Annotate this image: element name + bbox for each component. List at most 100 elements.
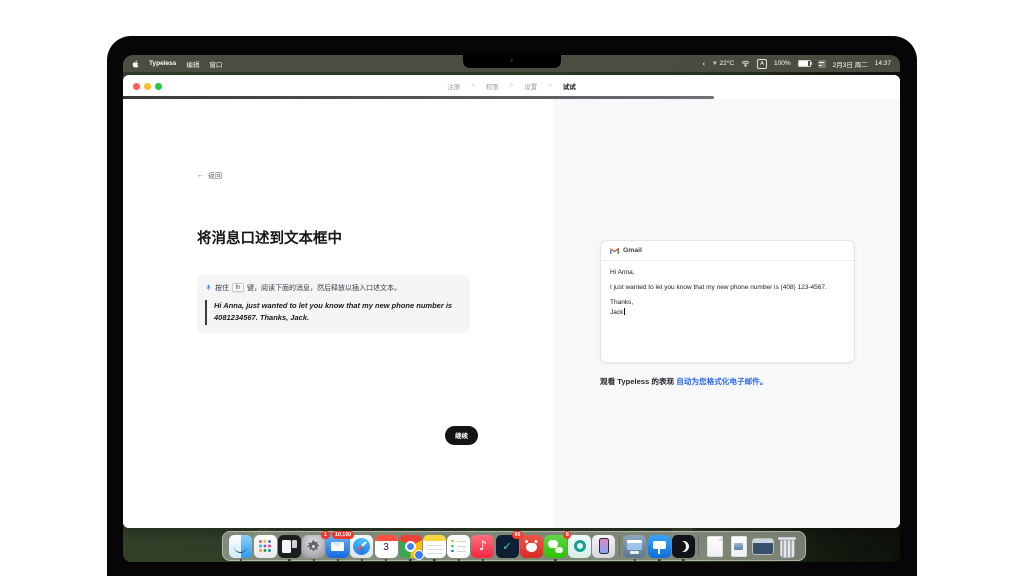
screen: Typeless 编辑 窗口 ‹ ☀ 22°C A 100% 2月3日 周二 1…: [123, 55, 900, 562]
step-permissions: 权限: [486, 81, 499, 91]
dock-separator: [698, 536, 699, 556]
wifi-icon[interactable]: [741, 60, 750, 67]
dock-music[interactable]: [471, 535, 494, 558]
dock-safari[interactable]: [350, 535, 373, 558]
input-source-icon[interactable]: A: [757, 59, 767, 69]
text-cursor: [624, 308, 625, 315]
running-indicator: [336, 559, 338, 561]
battery-icon[interactable]: [798, 60, 811, 68]
continue-button[interactable]: 继续: [445, 426, 478, 445]
dock-reminders[interactable]: [447, 535, 470, 558]
laptop-bezel: Typeless 编辑 窗口 ‹ ☀ 22°C A 100% 2月3日 周二 1…: [107, 36, 917, 576]
safari-compass-icon: [350, 535, 373, 558]
dock-window-tiles-app[interactable]: [278, 535, 301, 558]
menu-edit[interactable]: 编辑: [186, 59, 199, 69]
left-panel: ← 返回 将消息口述到文本框中 按住 fn 键，阅读下面的消息，然后释放以插入口…: [123, 99, 553, 528]
camera-dot: [510, 59, 513, 62]
running-indicator: [240, 559, 242, 561]
menubar-date[interactable]: 2月3日 周二: [833, 59, 868, 69]
dock-iphone-mirroring[interactable]: [592, 535, 615, 558]
running-indicator: [409, 559, 411, 561]
breadcrumb: 注册 > 权限 > 设置 > 试试: [123, 75, 900, 97]
demo-caption: 观看 Typeless 的表现 自动为您格式化电子邮件。: [600, 376, 880, 387]
breadcrumb-separator: >: [471, 83, 475, 89]
dock-mail[interactable]: 10,190: [326, 535, 349, 558]
running-indicator: [312, 559, 314, 561]
battery-percent: 100%: [774, 60, 791, 67]
dock-document-file[interactable]: [703, 535, 726, 558]
microphone-icon: [205, 284, 212, 291]
email-line: Hi Anna,: [610, 268, 845, 277]
step-register: 注册: [447, 81, 460, 91]
running-indicator: [433, 559, 435, 561]
dock-photo-thumbnail[interactable]: [751, 535, 774, 558]
back-button[interactable]: ← 返回: [197, 171, 222, 181]
running-indicator: [554, 559, 556, 561]
email-line: I just wanted to let you know that my ne…: [610, 283, 845, 292]
weather-item[interactable]: ☀ 22°C: [712, 60, 734, 67]
email-line-last: Jack: [610, 308, 845, 317]
dock-red-app[interactable]: [520, 535, 543, 558]
dock-launchpad[interactable]: [254, 535, 277, 558]
dock-chrome[interactable]: [399, 535, 422, 558]
trash-icon: [776, 535, 799, 558]
instruction-suffix: 键，阅读下面的消息，然后释放以插入口述文本。: [247, 283, 401, 293]
menubar-app-name[interactable]: Typeless: [149, 60, 176, 67]
dock-notes[interactable]: [423, 535, 446, 558]
instruction-prefix: 按住: [215, 283, 229, 293]
gmail-card-header: Gmail: [601, 241, 854, 261]
dock-calendar[interactable]: 3: [375, 535, 398, 558]
apple-icon[interactable]: [132, 60, 139, 68]
dock-trash[interactable]: [776, 535, 799, 558]
dock-image-file[interactable]: [727, 535, 750, 558]
running-indicator: [482, 559, 484, 561]
dock-wechat[interactable]: 8: [544, 535, 567, 558]
window-titlebar: 注册 > 权限 > 设置 > 试试: [123, 75, 900, 97]
gmail-icon: [610, 247, 619, 254]
dock-screenshot-app[interactable]: [623, 535, 646, 558]
dock-teal-rings-app[interactable]: [568, 535, 591, 558]
gmail-preview-card: Gmail Hi Anna, I just wanted to let you …: [600, 240, 855, 363]
email-line: Thanks,: [610, 298, 845, 307]
running-indicator: [457, 559, 459, 561]
breadcrumb-separator: >: [548, 83, 552, 89]
dock-dark-d-app[interactable]: [672, 535, 695, 558]
chrome-profile-badge: [414, 550, 424, 560]
step-try: 试试: [563, 81, 576, 91]
launchpad-icon: [254, 535, 277, 558]
progress-fill: [123, 96, 714, 98]
notification-badge: 1: [321, 531, 329, 539]
dock-keynote[interactable]: [648, 535, 671, 558]
window-tiles-icon: [278, 535, 301, 558]
dock-navy-app[interactable]: 90: [496, 535, 519, 558]
document-file-icon: [703, 535, 726, 558]
image-file-icon: [727, 535, 750, 558]
music-note-icon: [471, 535, 494, 558]
back-arrow-icon: ←: [197, 172, 204, 179]
typeless-window: 注册 > 权限 > 设置 > 试试 ← 返回 将消息口述到文本框中: [123, 75, 900, 528]
breadcrumb-separator: >: [510, 83, 514, 89]
dock-finder[interactable]: [229, 535, 252, 558]
menubar-time[interactable]: 14:37: [875, 60, 891, 67]
calendar-day: 3: [375, 542, 398, 553]
keynote-podium-icon: [648, 535, 671, 558]
caption-link[interactable]: 自动为您格式化电子邮件。: [676, 377, 767, 386]
dark-crescent-icon: [672, 535, 695, 558]
calendar-icon: 3: [375, 535, 398, 558]
finder-icon: [229, 535, 252, 558]
running-indicator: [288, 559, 290, 561]
notes-icon: [423, 535, 446, 558]
running-indicator: [361, 559, 363, 561]
notification-badge: 90: [512, 531, 523, 539]
running-indicator: [658, 559, 660, 561]
sample-message: Hi Anna, just wanted to let you know tha…: [205, 300, 462, 326]
email-body[interactable]: Hi Anna, I just wanted to let you know t…: [601, 261, 854, 325]
chevron-collapse-icon[interactable]: ‹: [702, 59, 705, 68]
menu-extra-icon[interactable]: [818, 60, 826, 68]
notification-badge: 10,190: [332, 531, 353, 539]
menu-window[interactable]: 窗口: [209, 59, 222, 69]
running-indicator: [385, 559, 387, 561]
photo-thumbnail-icon: [751, 535, 774, 558]
dock: 1 10,190 3 90 8: [222, 531, 806, 561]
dock-system-settings[interactable]: 1: [302, 535, 325, 558]
